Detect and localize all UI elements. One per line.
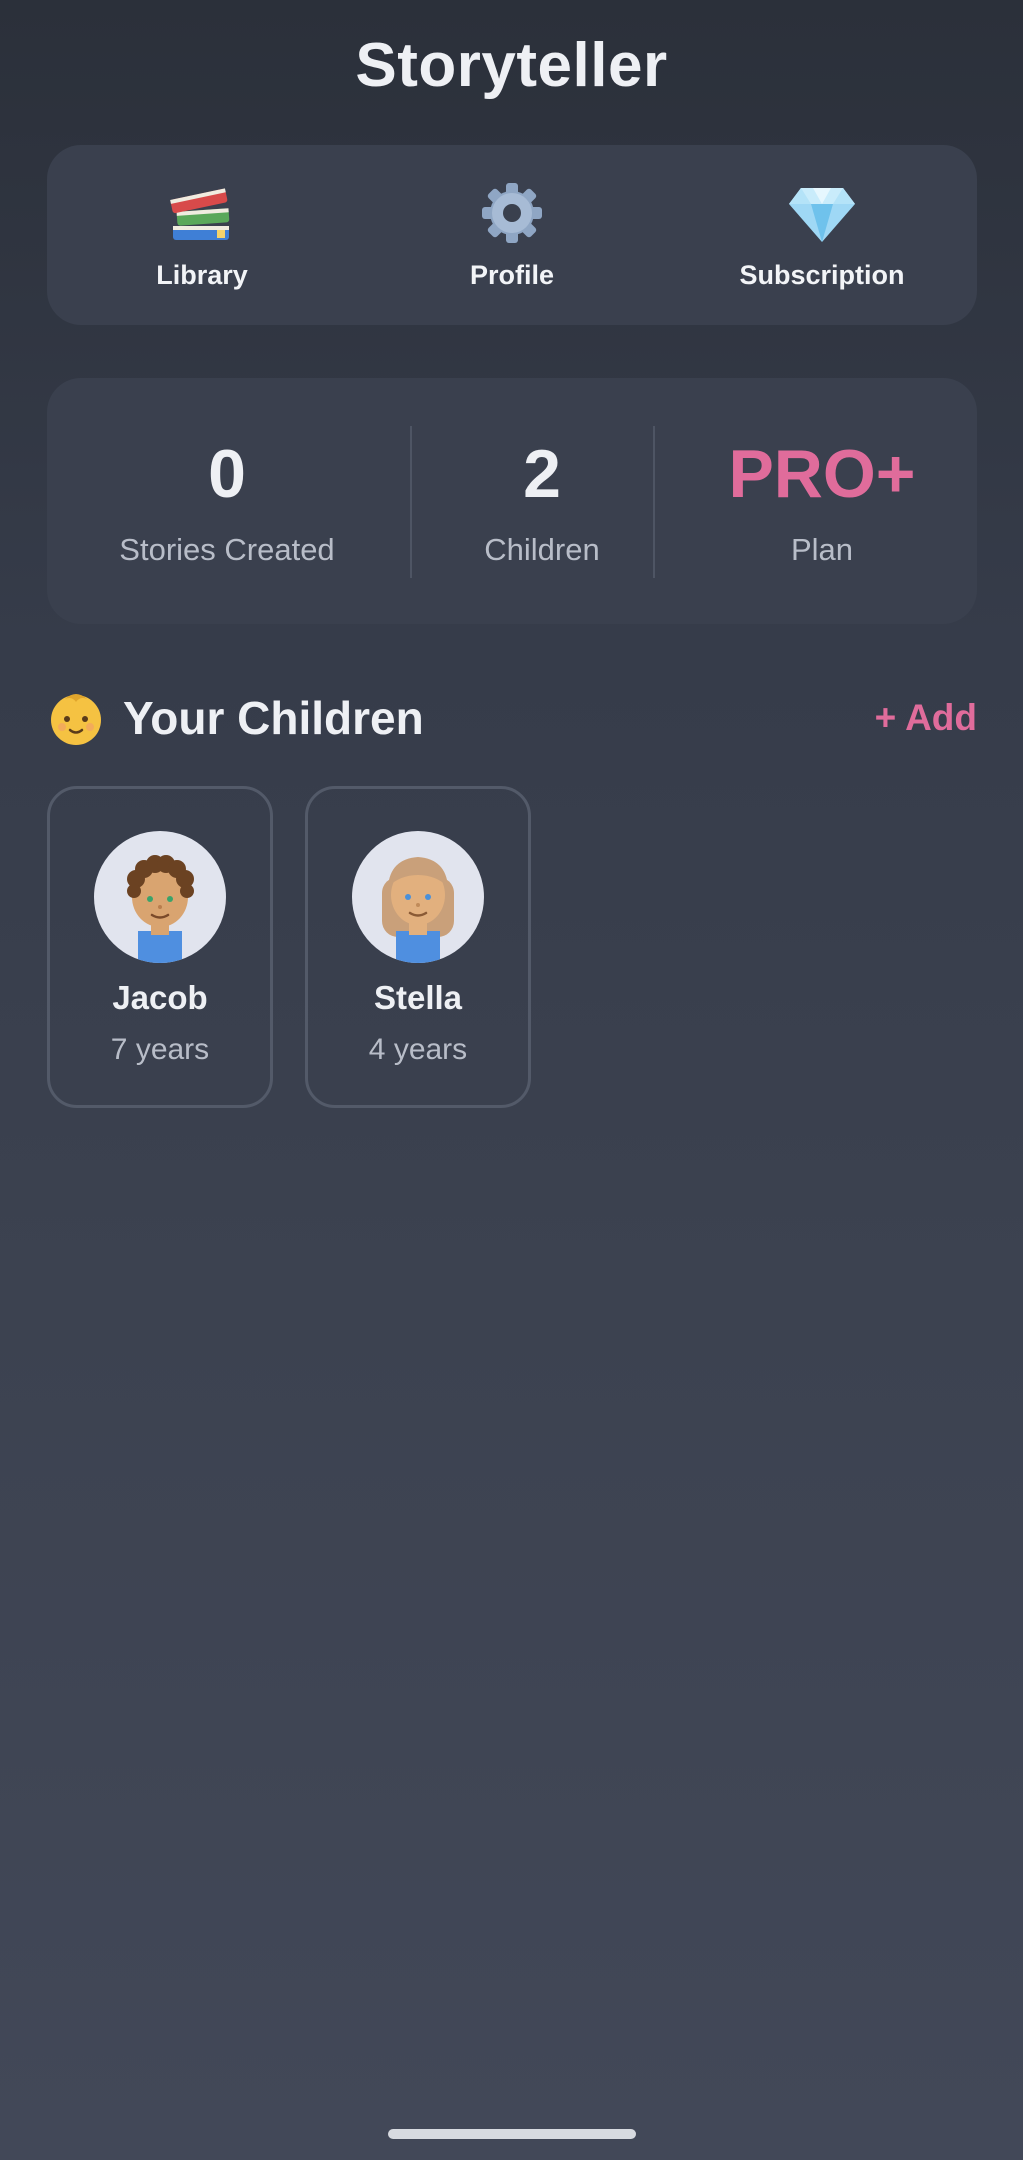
nav-subscription-label: Subscription bbox=[739, 259, 905, 290]
plan-value: PRO+ bbox=[728, 436, 916, 512]
section-title: Your Children bbox=[123, 692, 424, 744]
stat-plan: PRO+ Plan bbox=[687, 378, 957, 624]
nav-profile-label: Profile bbox=[469, 259, 555, 290]
app-title: Storyteller bbox=[355, 31, 668, 100]
child-name: Jacob bbox=[112, 979, 208, 1016]
diamond-icon bbox=[789, 187, 855, 242]
nav-card: Library Profile Subscription bbox=[47, 145, 977, 325]
stats-card: 0 Stories Created 2 Children PRO+ Plan bbox=[47, 378, 977, 624]
children-section-header: Your Children + Add bbox=[47, 686, 977, 750]
child-age: 7 years bbox=[110, 1033, 210, 1066]
child-name: Stella bbox=[373, 979, 463, 1016]
plan-label: Plan bbox=[790, 532, 854, 567]
children-count-label: Children bbox=[484, 532, 600, 567]
nav-subscription-button[interactable]: Subscription bbox=[677, 160, 967, 310]
stat-stories-created: 0 Stories Created bbox=[77, 378, 377, 624]
nav-library-label: Library bbox=[156, 259, 248, 290]
add-child-button[interactable]: + Add bbox=[875, 697, 977, 739]
stat-children: 2 Children bbox=[417, 378, 667, 624]
nav-library-button[interactable]: Library bbox=[57, 160, 347, 310]
stats-divider bbox=[410, 426, 412, 578]
child-age: 4 years bbox=[368, 1033, 468, 1066]
children-count-value: 2 bbox=[523, 436, 561, 512]
stories-created-label: Stories Created bbox=[119, 532, 335, 567]
home-indicator[interactable] bbox=[388, 2129, 636, 2139]
child-card[interactable]: Stella 4 years bbox=[305, 786, 531, 1108]
baby-face-icon bbox=[51, 694, 101, 745]
stories-created-value: 0 bbox=[208, 436, 246, 512]
nav-profile-button[interactable]: Profile bbox=[367, 160, 657, 310]
girl-avatar-icon bbox=[352, 831, 484, 963]
child-card[interactable]: Jacob 7 years bbox=[47, 786, 273, 1108]
gear-icon bbox=[482, 182, 542, 243]
books-icon bbox=[170, 187, 230, 240]
boy-avatar-icon bbox=[94, 831, 226, 963]
stats-divider bbox=[653, 426, 655, 578]
